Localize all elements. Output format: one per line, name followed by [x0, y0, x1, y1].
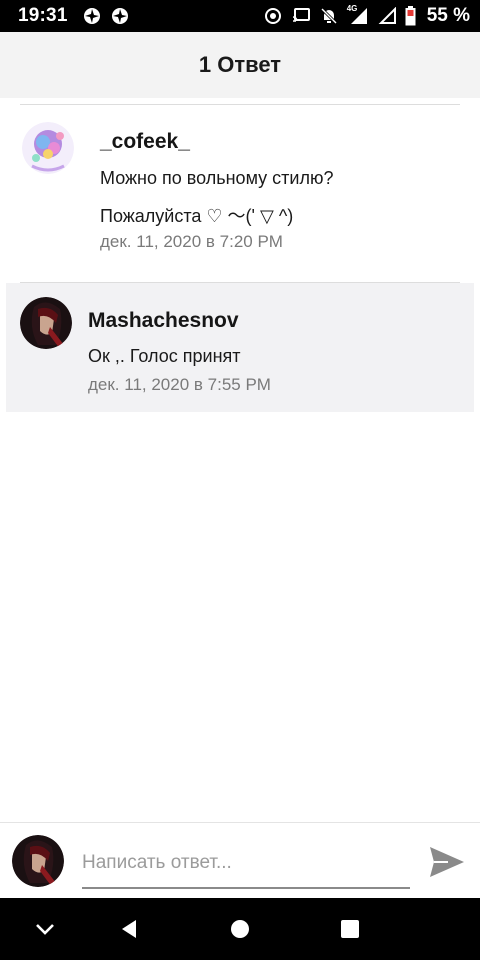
- data-saver-icon: [263, 6, 283, 26]
- cast-icon: [291, 6, 311, 26]
- back-icon[interactable]: [114, 914, 144, 944]
- comment-timestamp: дек. 11, 2020 в 7:20 PM: [100, 232, 283, 251]
- avatar[interactable]: [20, 297, 72, 349]
- network-type-label: 4G: [346, 4, 358, 13]
- comment-text: Можно по вольному стилю?: [100, 168, 334, 188]
- reply-input[interactable]: [82, 845, 410, 889]
- comment-timestamp: дек. 11, 2020 в 7:55 PM: [88, 375, 271, 394]
- battery-icon: [405, 6, 417, 26]
- comment-text: Пожалуйста ♡ 〜(' ▽ ^): [100, 206, 294, 226]
- signal-icon: 4G: [346, 4, 369, 26]
- aperture-icon: [82, 6, 102, 26]
- status-bar: 19:31 4G 55 %: [0, 0, 480, 32]
- reply-item: Mashachesnov Ок ,. Голос принят дек. 11,…: [6, 283, 474, 412]
- avatar: [12, 835, 64, 887]
- comment-text: Ок ,. Голос принят: [88, 346, 241, 366]
- comment-username[interactable]: _cofeek_: [100, 130, 190, 154]
- signal-empty-icon: [377, 6, 397, 26]
- avatar[interactable]: [22, 122, 74, 174]
- home-icon[interactable]: [225, 914, 255, 944]
- send-button[interactable]: [426, 841, 468, 883]
- navigation-bar: [0, 898, 480, 960]
- bell-off-icon: [319, 6, 339, 26]
- page-title: 1 Ответ: [198, 52, 282, 77]
- comment-item: _cofeek_ Можно по вольному стилю? Пожалу…: [6, 106, 474, 282]
- chevron-down-icon[interactable]: [30, 914, 60, 944]
- comment-username[interactable]: Mashachesnov: [88, 309, 239, 333]
- reply-bar: [0, 822, 480, 898]
- send-icon: [430, 847, 464, 877]
- header: 1 Ответ: [0, 32, 480, 98]
- status-time: 19:31: [18, 5, 68, 26]
- recents-icon[interactable]: [335, 914, 365, 944]
- battery-percent: 55 %: [426, 5, 470, 26]
- divider: [20, 104, 460, 105]
- aperture-icon: [110, 6, 130, 26]
